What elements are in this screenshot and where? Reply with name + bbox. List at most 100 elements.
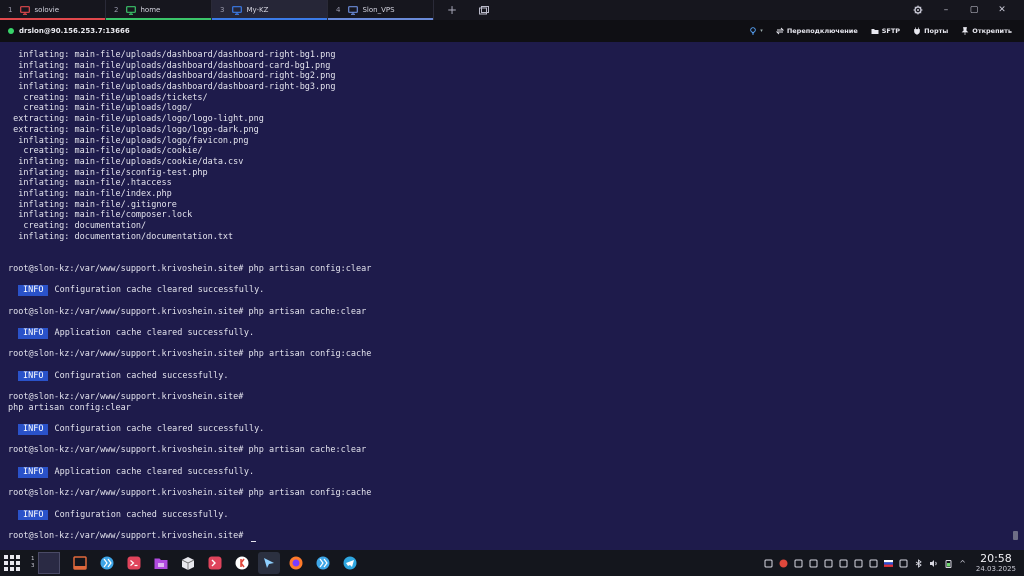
- tab-3[interactable]: 3 My-KZ: [212, 0, 328, 20]
- lock-icon[interactable]: [794, 559, 803, 568]
- connection-status-icon: [8, 28, 14, 34]
- bulb-button[interactable]: ▾: [749, 27, 763, 35]
- terminal-line: root@slon-kz:/var/www/support.krivoshein…: [8, 264, 371, 275]
- terminal-cursor: [250, 540, 256, 542]
- folder-app-icon[interactable]: [150, 552, 172, 574]
- terminal-line: inflating: main-file/uploads/dashboard/d…: [8, 61, 371, 72]
- firefox-icon[interactable]: [285, 552, 307, 574]
- terminal-line: INFO Configuration cache cleared successf…: [8, 424, 371, 435]
- tab-number: 2: [114, 6, 119, 14]
- terminal-line: INFO Configuration cached successfully.: [8, 370, 371, 382]
- taskbar-apps: [64, 552, 361, 574]
- switch-icon: [775, 27, 784, 35]
- maximize-button[interactable]: ▢: [968, 4, 980, 16]
- play-icon[interactable]: [854, 559, 863, 568]
- terminal-line: inflating: main-file/uploads/cookie/data…: [8, 157, 371, 168]
- tab-4[interactable]: 4 Slon_VPS: [328, 0, 434, 20]
- terminal-line: root@slon-kz:/var/www/support.krivoshein…: [8, 488, 371, 499]
- terminal-line-text: creating: main-file/uploads/logo/: [8, 103, 193, 114]
- termius-icon[interactable]: [204, 552, 226, 574]
- tab-label: solovie: [34, 6, 60, 14]
- notes-icon[interactable]: [764, 559, 773, 568]
- terminal-output[interactable]: inflating: main-file/uploads/dashboard/d…: [0, 42, 1024, 550]
- terminal-line: inflating: main-file/index.php: [8, 189, 371, 200]
- gear-icon[interactable]: [912, 4, 924, 16]
- monitor-icon: [348, 5, 359, 15]
- kde-connect-icon[interactable]: [96, 552, 118, 574]
- telegram-icon[interactable]: [339, 552, 361, 574]
- terminal-line: INFO Configuration cached successfully.: [8, 509, 371, 521]
- bluetooth-icon[interactable]: [914, 558, 923, 568]
- minimize-button[interactable]: –: [940, 4, 952, 16]
- yandex-icon[interactable]: [779, 559, 788, 568]
- display-icon[interactable]: [899, 559, 908, 568]
- desktop-thumbnail[interactable]: [37, 552, 60, 574]
- terminal-line-text: root@slon-kz:/var/www/support.krivoshein…: [8, 445, 367, 456]
- ports-button[interactable]: Порты: [913, 27, 948, 35]
- terminal-line-text: inflating: main-file/uploads/dashboard/d…: [8, 60, 331, 71]
- terminal-line-text: inflating: main-file/uploads/cookie/data…: [8, 156, 244, 167]
- terminal-line: INFO Configuration cache cleared successf…: [8, 285, 371, 296]
- terminal-line-text: extracting: main-file/uploads/logo/logo-…: [8, 124, 259, 135]
- detach-button[interactable]: Открепить: [961, 27, 1012, 35]
- window-layout-icon[interactable]: [478, 4, 490, 16]
- disk-icon[interactable]: [809, 559, 818, 568]
- tab-1[interactable]: 1 solovie: [0, 0, 106, 20]
- terminal-app-icon[interactable]: [123, 552, 145, 574]
- clock[interactable]: 20:58 24.03.2025: [975, 552, 1016, 574]
- terminal-line-text: inflating: main-file/index.php: [8, 188, 172, 199]
- terminal-line: inflating: main-file/uploads/dashboard/d…: [8, 82, 371, 93]
- tab-2[interactable]: 2 home: [106, 0, 212, 20]
- kde-connect-icon[interactable]: [312, 552, 334, 574]
- package-icon[interactable]: [177, 552, 199, 574]
- terminal-line-text: php artisan config:clear: [8, 402, 131, 413]
- pin-icon: [961, 27, 969, 35]
- terminal-line-text: root@slon-kz:/var/www/support.krivoshein…: [8, 349, 372, 360]
- terminal-line-text: inflating: main-file/sconfig-test.php: [8, 167, 208, 178]
- monitor-icon: [20, 5, 31, 15]
- terminal-line-text: root@slon-kz:/var/www/support.krivoshein…: [8, 488, 372, 499]
- tray-icons: [764, 558, 953, 568]
- flag-ru-icon[interactable]: [884, 559, 894, 568]
- battery-icon[interactable]: [944, 559, 953, 568]
- terminal-line-text: extracting: main-file/uploads/logo/logo-…: [8, 114, 264, 125]
- tray-expand-icon[interactable]: ^: [959, 559, 966, 568]
- terminal-line: INFO Application cache cleared successful…: [8, 466, 371, 478]
- headset-icon[interactable]: [869, 559, 878, 568]
- yandex-browser-icon[interactable]: [231, 552, 253, 574]
- tab-label: My-KZ: [246, 6, 269, 14]
- app-launcher-icon[interactable]: [3, 554, 21, 572]
- desktop-pager[interactable]: 1 3: [31, 552, 60, 574]
- panel-icon[interactable]: [69, 552, 91, 574]
- sftp-label: SFTP: [881, 27, 901, 35]
- add-tab-button[interactable]: +: [446, 3, 458, 17]
- detach-label: Открепить: [972, 27, 1012, 35]
- sftp-button[interactable]: SFTP: [871, 27, 900, 35]
- terminal-line-text: creating: main-file/uploads/tickets/: [8, 92, 208, 103]
- terminal-line: inflating: main-file/uploads/dashboard/d…: [8, 71, 371, 82]
- monitor-icon: [232, 5, 243, 15]
- cursor-ide-icon[interactable]: [257, 552, 280, 574]
- folder-icon: [871, 29, 879, 34]
- ports-label: Порты: [924, 27, 949, 35]
- clipboard-icon[interactable]: [839, 559, 848, 568]
- terminal-line: root@slon-kz:/var/www/support.krivoshein…: [8, 392, 371, 403]
- plug-icon: [914, 27, 920, 35]
- terminal-scrollbar[interactable]: [1013, 531, 1018, 540]
- close-button[interactable]: ✕: [996, 4, 1008, 16]
- reconnect-button[interactable]: Переподключение: [775, 27, 858, 35]
- clock-date: 24.03.2025: [975, 564, 1016, 573]
- terminal-lines: inflating: main-file/uploads/dashboard/d…: [8, 50, 371, 542]
- weather-icon[interactable]: [824, 559, 833, 568]
- volume-icon[interactable]: [929, 559, 938, 568]
- tabs: 1 solovie 2 home 3 My-KZ 4 Slon_VPS: [0, 0, 434, 20]
- info-badge: INFO: [18, 424, 49, 435]
- tab-number: 4: [336, 6, 341, 14]
